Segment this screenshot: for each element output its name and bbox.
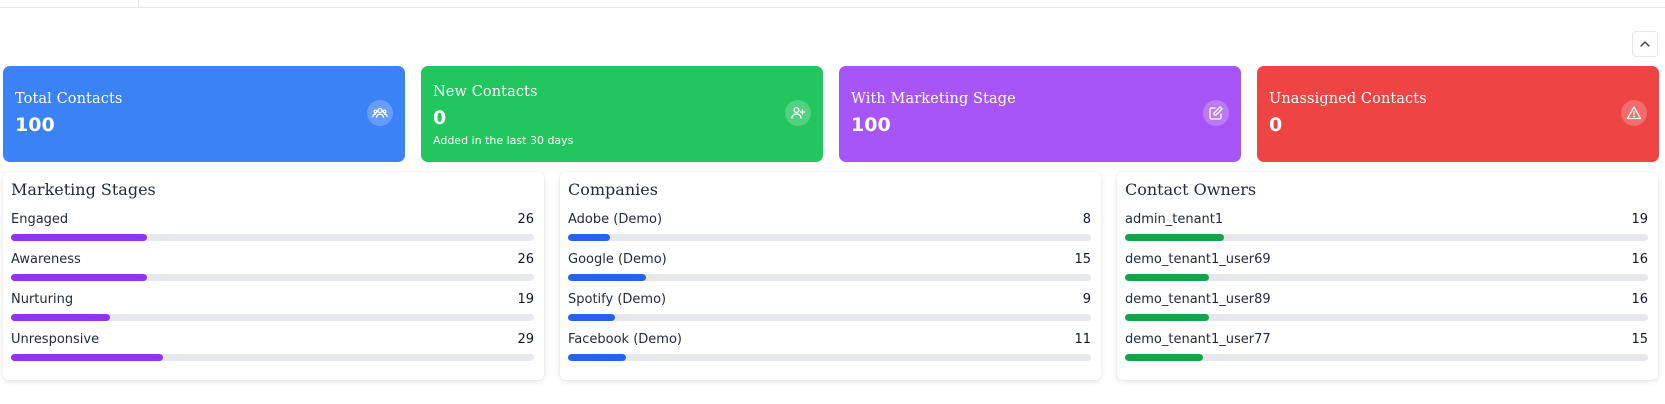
top-bar [0,0,1665,8]
progress-fill [568,314,616,321]
list-item: Unresponsive 29 [11,330,534,370]
list-item: Adobe (Demo) 8 [568,210,1091,250]
row-label: admin_tenant1 [1125,212,1224,227]
progress-track [1125,314,1648,321]
row-value: 8 [1082,212,1091,227]
collapse-button[interactable] [1632,31,1658,57]
progress-fill [1125,354,1204,361]
progress-fill [1125,274,1209,281]
progress-fill [11,234,147,241]
stat-card-title: New Contacts [433,84,538,100]
progress-fill [11,354,163,361]
row-value: 9 [1082,292,1091,307]
progress-track [1125,234,1648,241]
row-label: Google (Demo) [568,252,667,267]
edit-icon [1203,100,1229,126]
stat-card-unassigned-contacts[interactable]: Unassigned Contacts 0 [1257,66,1659,162]
stat-card-title: Unassigned Contacts [1269,91,1427,107]
row-value: 16 [1631,252,1648,267]
progress-track [568,314,1091,321]
user-plus-icon [785,100,811,126]
panel-title: Contact Owners [1125,180,1257,199]
stat-card-value: 100 [15,114,55,136]
panel-title: Companies [568,180,658,199]
stat-card-value: 100 [851,114,891,136]
progress-fill [1125,234,1225,241]
progress-fill [1125,314,1209,321]
list-item: admin_tenant1 19 [1125,210,1648,250]
stat-card-new-contacts[interactable]: New Contacts 0 Added in the last 30 days [421,66,823,162]
row-value: 16 [1631,292,1648,307]
progress-track [1125,354,1648,361]
list-item: Awareness 26 [11,250,534,290]
progress-track [568,274,1091,281]
users-group-icon [367,100,393,126]
list-item: Google (Demo) 15 [568,250,1091,290]
progress-track [11,354,534,361]
row-value: 19 [517,292,534,307]
progress-track [11,274,534,281]
list-item: Nurturing 19 [11,290,534,330]
panel-contact-owners: Contact Owners admin_tenant1 19 demo_ten… [1117,172,1658,380]
panel-companies: Companies Adobe (Demo) 8 Google (Demo) 1… [560,172,1101,380]
row-value: 15 [1631,332,1648,347]
stat-card-title: With Marketing Stage [851,91,1016,107]
row-value: 11 [1074,332,1091,347]
row-value: 26 [517,212,534,227]
progress-fill [11,314,111,321]
row-label: Awareness [11,252,81,267]
progress-track [1125,274,1648,281]
progress-fill [568,354,626,361]
progress-track [568,354,1091,361]
list-item: Facebook (Demo) 11 [568,330,1091,370]
stat-card-value: 0 [433,107,447,129]
warning-icon [1621,100,1647,126]
list-item: demo_tenant1_user69 16 [1125,250,1648,290]
row-label: demo_tenant1_user69 [1125,252,1271,267]
row-label: Adobe (Demo) [568,212,663,227]
chevron-up-icon [1640,41,1650,47]
panel-marketing-stages: Marketing Stages Engaged 26 Awareness 26… [3,172,544,380]
row-value: 15 [1074,252,1091,267]
progress-fill [11,274,147,281]
row-label: Spotify (Demo) [568,292,667,307]
stat-card-with-marketing-stage[interactable]: With Marketing Stage 100 [839,66,1241,162]
panel-title: Marketing Stages [11,180,156,199]
top-bar-divider [138,0,139,7]
list-item: Spotify (Demo) 9 [568,290,1091,330]
row-label: demo_tenant1_user89 [1125,292,1271,307]
progress-fill [568,234,610,241]
progress-track [11,314,534,321]
stat-card-subtitle: Added in the last 30 days [433,134,574,147]
row-label: Nurturing [11,292,74,307]
stat-card-title: Total Contacts [15,91,123,107]
list-item: Engaged 26 [11,210,534,250]
row-value: 26 [517,252,534,267]
stat-card-value: 0 [1269,114,1283,136]
row-value: 19 [1631,212,1648,227]
row-label: Facebook (Demo) [568,332,682,347]
list-item: demo_tenant1_user77 15 [1125,330,1648,370]
list-item: demo_tenant1_user89 16 [1125,290,1648,330]
row-label: Engaged [11,212,69,227]
progress-fill [568,274,647,281]
row-label: demo_tenant1_user77 [1125,332,1271,347]
row-value: 29 [517,332,534,347]
row-label: Unresponsive [11,332,100,347]
progress-track [11,234,534,241]
progress-track [568,234,1091,241]
stat-card-total-contacts[interactable]: Total Contacts 100 [3,66,405,162]
